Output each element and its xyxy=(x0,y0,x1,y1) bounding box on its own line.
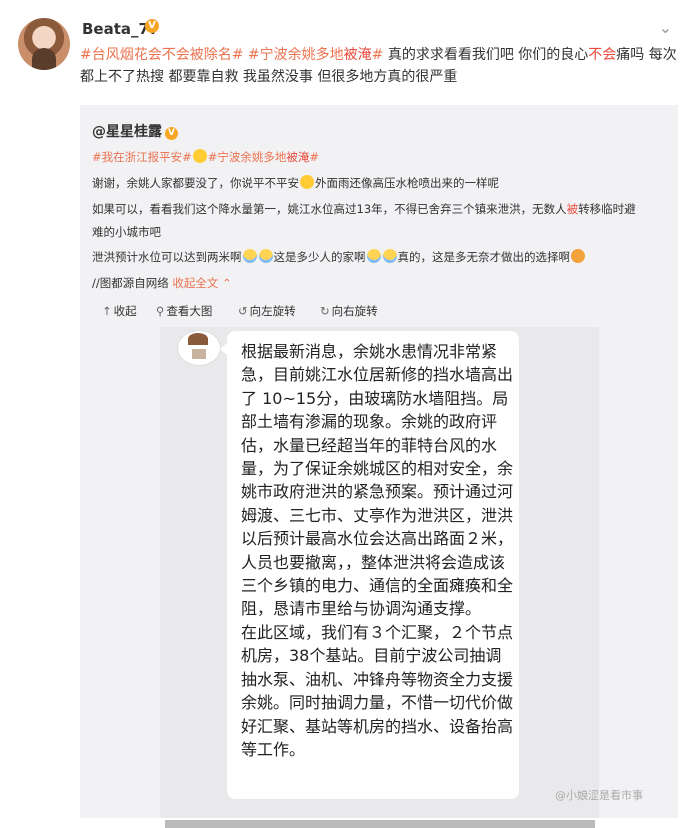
vip-badge-icon: V xyxy=(165,127,178,140)
rotate-right-icon: ↻ xyxy=(320,304,330,318)
hashtag-link[interactable]: # xyxy=(372,47,384,63)
vip-badge-icon: V xyxy=(145,19,159,33)
text-span: 泄洪预计水位可以达到两米啊 xyxy=(92,250,242,264)
smile-emoji-icon xyxy=(300,175,314,189)
collapse-text-link[interactable]: 收起全文 ⌃ xyxy=(172,276,231,290)
text-span: 谢谢，余姚人家都要没了，你说平不平安 xyxy=(92,176,299,190)
text-span: 被淹 xyxy=(343,47,372,63)
repost-quote: @星星桂露 V #我在浙江报平安# #宁波余姚多地被淹# 谢谢，余姚人家都要没了，你… xyxy=(80,105,678,828)
view-large-button[interactable]: ⚲ 查看大图 xyxy=(156,303,212,319)
quote-source-line: //图都源自网络 收起全文 ⌃ xyxy=(92,276,232,290)
hashtag-link[interactable]: #台风烟花会不会被除名# xyxy=(80,47,243,63)
chat-paragraph: 根据最新消息，余姚水患情况非常紧急，目前姚江水位居新修的挡水墙高出了 10~15… xyxy=(241,342,514,619)
quote-username[interactable]: @星星桂露 V xyxy=(92,121,178,141)
text-span: 转移临时避 xyxy=(578,202,636,216)
text-span: 这是多少人的家啊 xyxy=(273,250,366,264)
text-span: 如果可以，看看我们这个降水量第一，姚江水位高过13年，不得已舍弃三个镇来泄洪，无… xyxy=(92,202,567,216)
rotate-right-button[interactable]: ↻ 向右旋转 xyxy=(320,303,378,319)
crying-emoji-icon xyxy=(382,249,397,263)
text-span: 真的求求看看我们吧 你们的良心 xyxy=(383,47,589,63)
chat-paragraph: 在此区域，我们有３个汇聚，２个节点机房，38个基站。目前宁波公司抽调抽水泵、油机… xyxy=(241,622,514,759)
quote-line-1: #我在浙江报平安# #宁波余姚多地被淹# xyxy=(92,149,319,165)
thumbnail-strip[interactable] xyxy=(165,820,595,828)
arrow-up-icon: ↑ xyxy=(102,304,112,318)
text-span: 外面雨还像高压水枪喷出来的一样呢 xyxy=(315,176,499,190)
quote-line-3: 如果可以，看看我们这个降水量第一，姚江水位高过13年，不得已舍弃三个镇来泄洪，无… xyxy=(92,201,636,217)
chevron-down-icon[interactable]: ⌄ xyxy=(659,18,672,37)
quote-line-5: 泄洪预计水位可以达到两米啊 这是多少人的家啊 真的，这是多无奈才做出的选择啊 xyxy=(92,249,586,265)
collapse-button[interactable]: ↑ 收起 xyxy=(102,303,137,319)
text-span: 不会 xyxy=(588,47,617,63)
text-span: 被淹 xyxy=(286,150,310,164)
author-avatar[interactable] xyxy=(18,18,70,70)
quote-line-4: 难的小城市吧 xyxy=(92,225,161,239)
search-icon: ⚲ xyxy=(156,304,165,318)
wailing-emoji-icon xyxy=(571,249,585,263)
smile-emoji-icon xyxy=(192,149,207,163)
text-span: 被 xyxy=(566,202,579,216)
hashtag-link[interactable]: #我在浙江报平安# xyxy=(92,150,192,164)
crying-emoji-icon xyxy=(366,249,381,263)
rotate-left-icon: ↺ xyxy=(238,304,248,318)
crying-emoji-icon xyxy=(258,249,273,263)
post-text: #台风烟花会不会被除名# #宁波余姚多地被淹# 真的求求看看我们吧 你们的良心不… xyxy=(80,44,685,88)
image-watermark: @小娘涩是看市事 xyxy=(555,789,643,802)
crying-emoji-icon xyxy=(242,249,257,263)
rotate-left-button[interactable]: ↺ 向左旋转 xyxy=(238,303,296,319)
hashtag-link[interactable]: #宁波余姚多地 xyxy=(248,47,344,63)
quote-line-2: 谢谢，余姚人家都要没了，你说平不平安 外面雨还像高压水枪喷出来的一样呢 xyxy=(92,175,499,191)
hashtag-link[interactable]: # xyxy=(309,150,319,164)
chat-screenshot-image[interactable]: 根据最新消息，余姚水患情况非常紧急，目前姚江水位居新修的挡水墙高出了 10~15… xyxy=(160,327,643,818)
text-span: 真的，这是多无奈才做出的选择啊 xyxy=(397,250,571,264)
hashtag-link[interactable]: #宁波余姚多地 xyxy=(208,150,287,164)
chat-bubble-text: 根据最新消息，余姚水患情况非常紧急，目前姚江水位居新修的挡水墙高出了 10~15… xyxy=(241,340,513,761)
chat-sender-avatar xyxy=(177,330,221,366)
chat-bubble: 根据最新消息，余姚水患情况非常紧急，目前姚江水位居新修的挡水墙高出了 10~15… xyxy=(220,331,519,799)
